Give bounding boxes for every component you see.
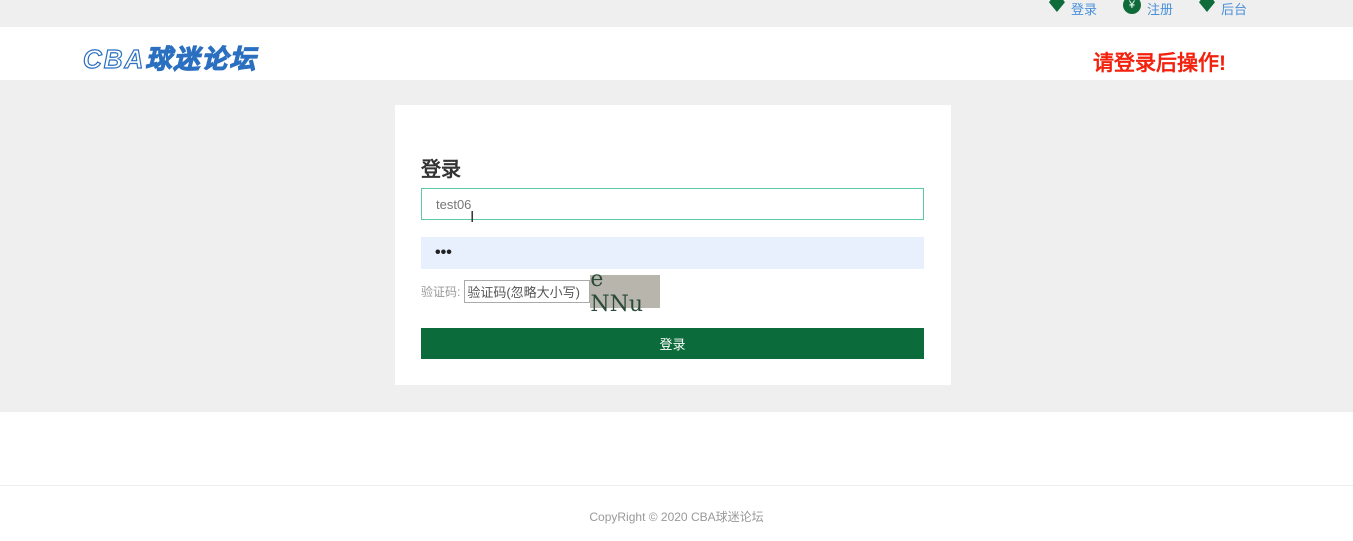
top-register-link[interactable]: ¥ 注册 xyxy=(1122,0,1173,17)
top-register-label: 注册 xyxy=(1146,1,1173,17)
site-logo[interactable]: CBA球迷论坛 xyxy=(82,39,257,76)
captcha-input[interactable]: 验证码(忽略大小写) xyxy=(464,280,591,303)
main-area: 登录 test06 ••• 验证码: 验证码(忽略大小写) e NNu 登录 I xyxy=(0,80,1353,412)
captcha-label: 验证码: xyxy=(421,285,461,299)
top-login-label: 登录 xyxy=(1070,1,1097,17)
top-bar: 登录 ¥ 注册 后台 xyxy=(0,0,1353,27)
heart-icon xyxy=(1048,0,1065,12)
header: CBA球迷论坛 请登录后操作! xyxy=(0,27,1353,80)
copyright: CopyRight © 2020 CBA球迷论坛 xyxy=(589,510,764,524)
text-cursor-icon: I xyxy=(470,209,475,226)
captcha-row: 验证码: 验证码(忽略大小写) e NNu xyxy=(421,267,661,317)
heart-icon xyxy=(1198,0,1215,12)
top-admin-link[interactable]: 后台 xyxy=(1198,0,1247,17)
login-button[interactable]: 登录 xyxy=(421,328,924,359)
captcha-image[interactable]: e NNu xyxy=(590,267,661,317)
login-card: 登录 test06 ••• 验证码: 验证码(忽略大小写) e NNu 登录 xyxy=(395,105,951,385)
top-admin-label: 后台 xyxy=(1220,1,1247,17)
footer: CopyRight © 2020 CBA球迷论坛 xyxy=(0,485,1353,525)
login-notice: 请登录后操作! xyxy=(1093,52,1226,75)
top-login-link[interactable]: 登录 xyxy=(1048,0,1097,17)
username-input[interactable]: test06 xyxy=(421,188,924,220)
password-input[interactable]: ••• xyxy=(421,237,924,269)
login-title: 登录 xyxy=(421,159,461,181)
yen-icon: ¥ xyxy=(1122,0,1141,14)
